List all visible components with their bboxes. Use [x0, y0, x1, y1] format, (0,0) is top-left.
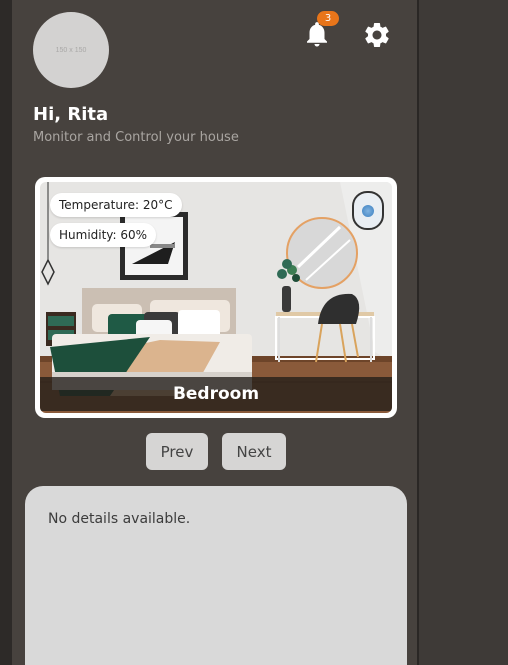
subtitle: Monitor and Control your house: [33, 130, 239, 145]
smart-mirror-icon[interactable]: [352, 191, 384, 230]
right-area: [419, 0, 508, 665]
prev-button[interactable]: Prev: [146, 433, 208, 470]
room-scene: Temperature: 20°C Humidity: 60% Bedroom: [40, 182, 392, 413]
temperature-label: Temperature: 20°C: [50, 193, 182, 217]
gear-icon[interactable]: [362, 20, 392, 50]
room-name: Bedroom: [40, 377, 392, 411]
humidity-label: Humidity: 60%: [50, 223, 157, 247]
left-edge: [0, 0, 12, 665]
room-card[interactable]: Temperature: 20°C Humidity: 60% Bedroom: [35, 177, 397, 418]
avatar-placeholder-text: 150 x 150: [55, 46, 87, 54]
details-card: No details available.: [25, 486, 407, 665]
avatar[interactable]: 150 x 150: [33, 12, 109, 88]
notification-badge: 3: [317, 11, 339, 26]
details-text: No details available.: [48, 511, 191, 527]
next-button[interactable]: Next: [222, 433, 286, 470]
greeting: Hi, Rita: [33, 104, 109, 125]
